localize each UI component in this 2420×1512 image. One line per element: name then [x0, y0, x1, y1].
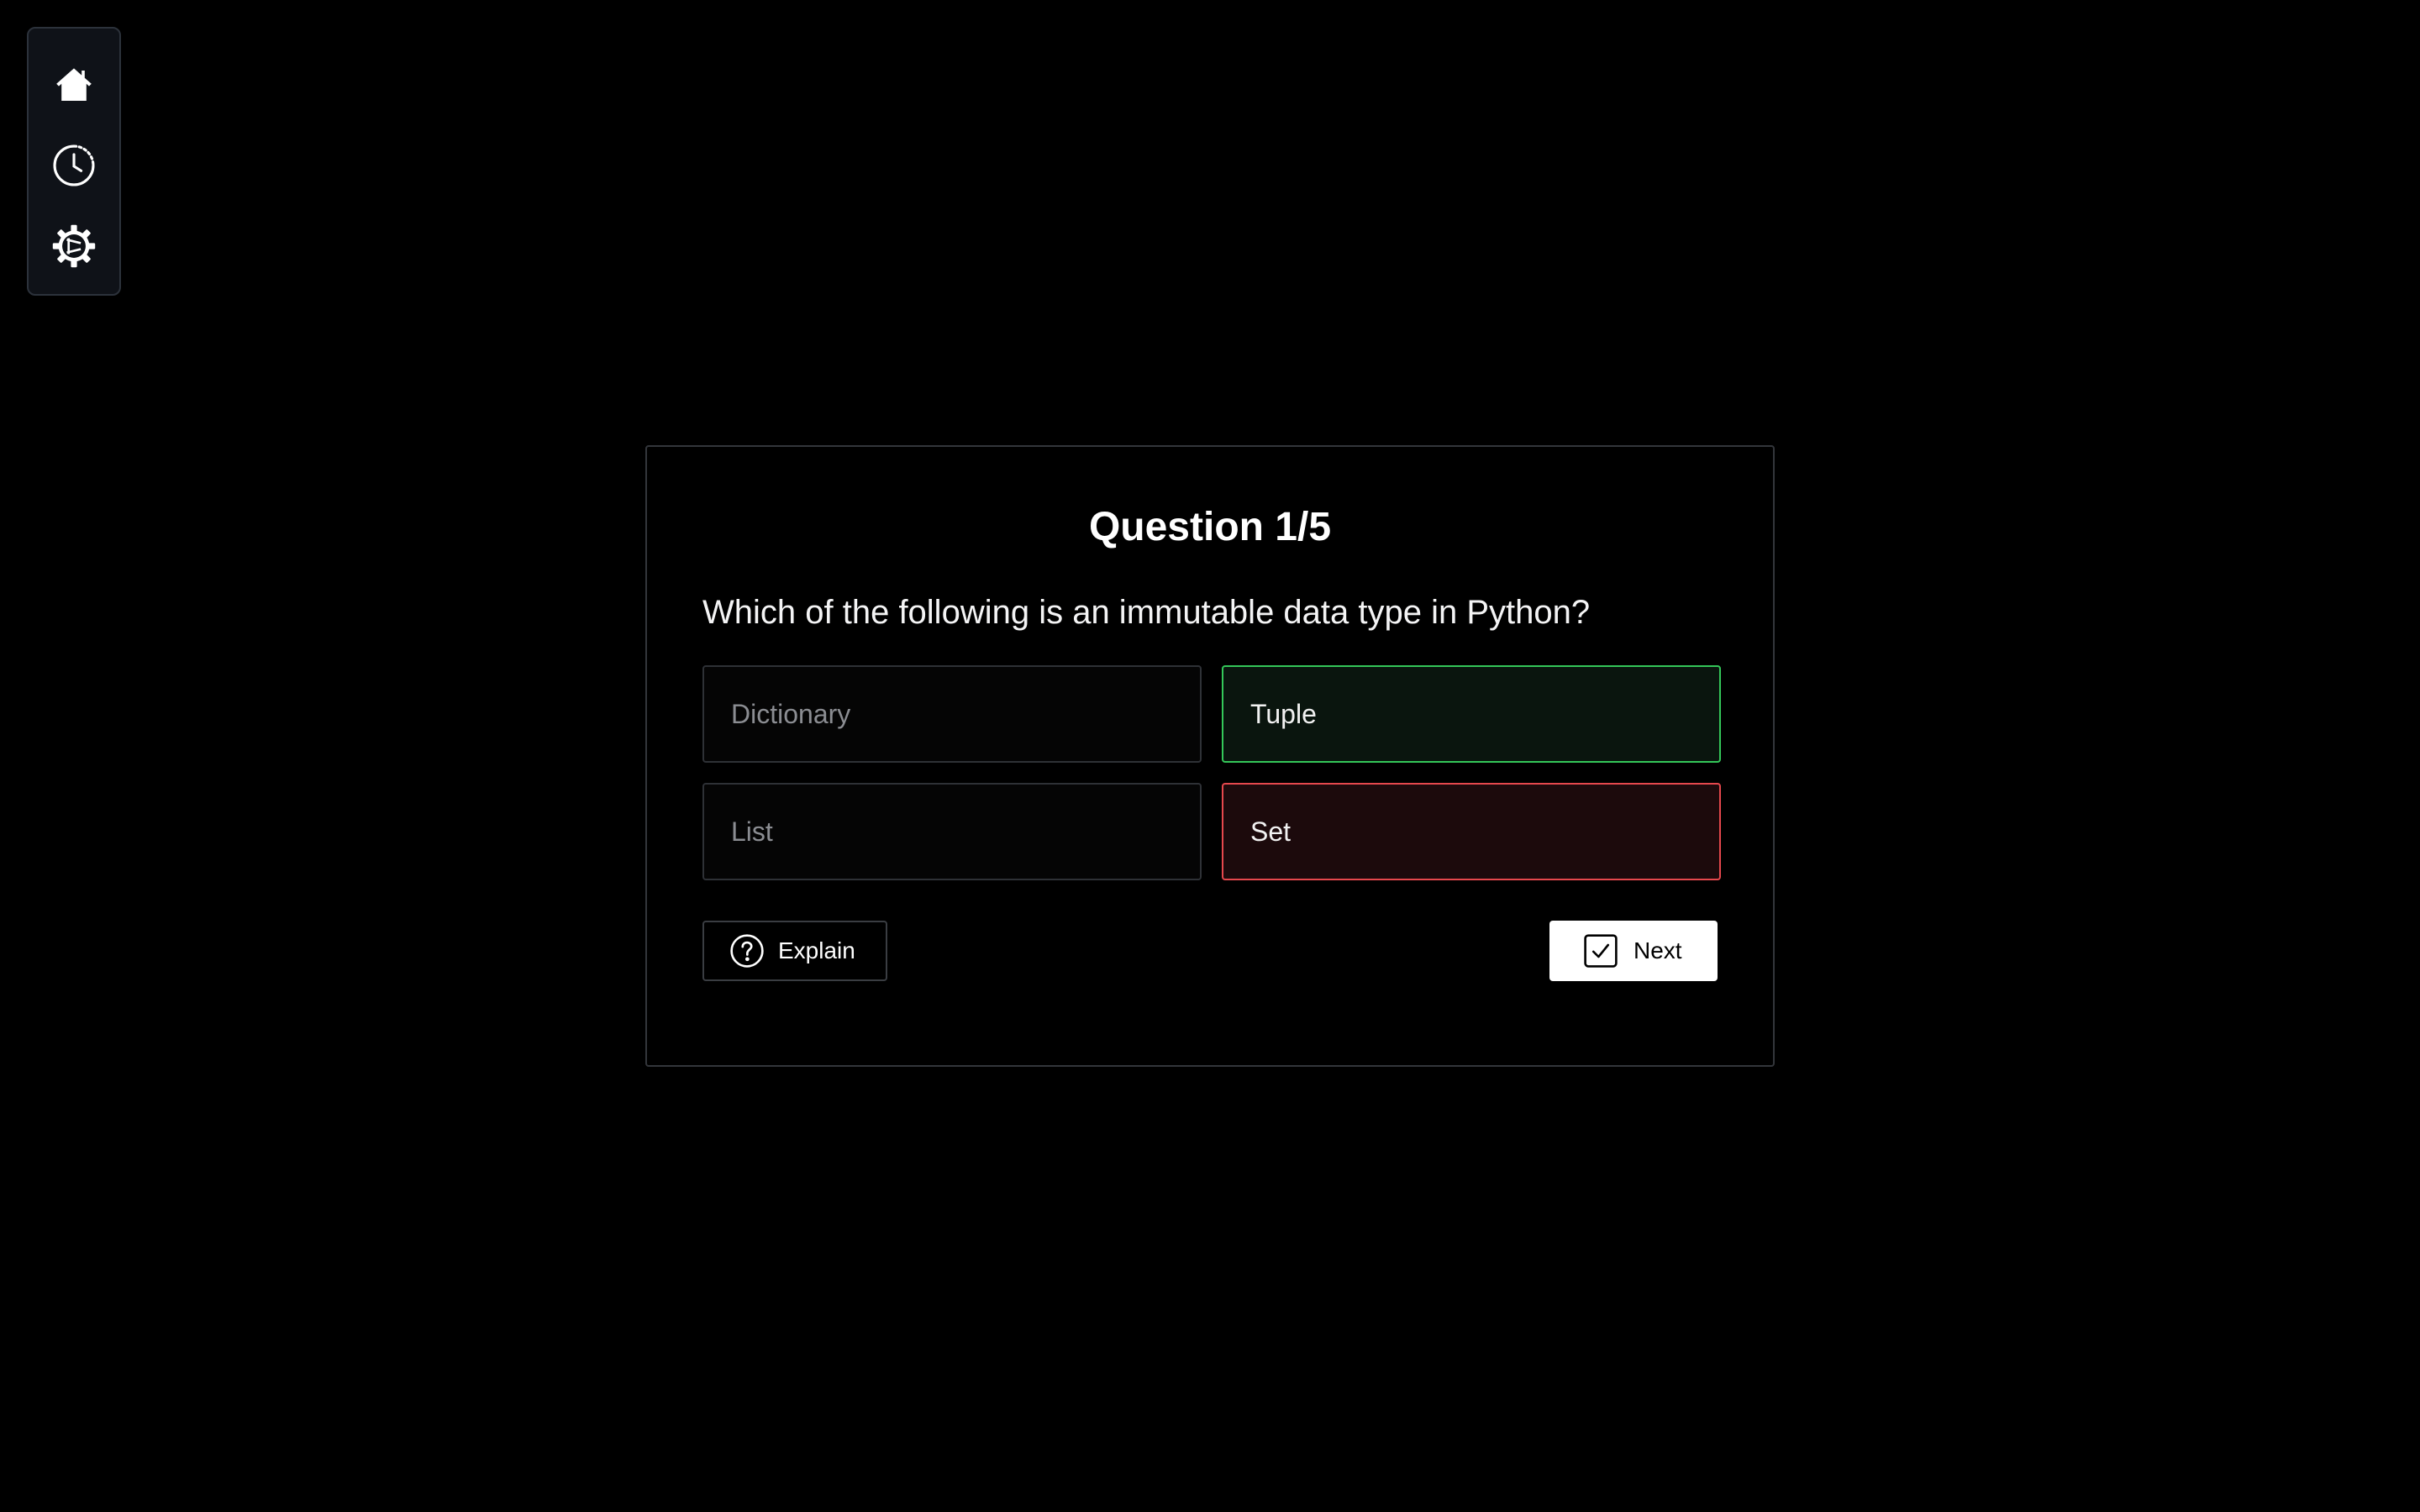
home-icon [56, 68, 92, 101]
option-set[interactable]: Set [1222, 783, 1721, 880]
answer-options: Dictionary Tuple List Set [702, 665, 1721, 880]
explain-button[interactable]: Explain [702, 921, 887, 981]
sidebar-item-history[interactable] [46, 138, 102, 193]
quiz-actions: Explain Next [702, 921, 1718, 981]
history-icon [53, 144, 95, 186]
sidebar-item-settings[interactable] [46, 218, 102, 274]
sidebar-item-home[interactable] [46, 57, 102, 113]
question-counter: Question 1/5 [1088, 505, 1332, 549]
quiz-card: Question 1/5 Which of the following is a… [645, 445, 1775, 1067]
option-dictionary[interactable]: Dictionary [702, 665, 1202, 763]
help-circle-icon [730, 934, 764, 968]
explain-label: Explain [778, 937, 855, 963]
next-button[interactable]: Next [1549, 921, 1718, 981]
checkbox-check-icon [1584, 934, 1618, 968]
next-label: Next [1634, 937, 1682, 963]
option-tuple[interactable]: Tuple [1222, 665, 1721, 763]
question-text: Which of the following is an immutable d… [702, 594, 1591, 631]
sidebar [27, 27, 121, 296]
settings-icon [52, 224, 96, 268]
option-list[interactable]: List [702, 783, 1202, 880]
